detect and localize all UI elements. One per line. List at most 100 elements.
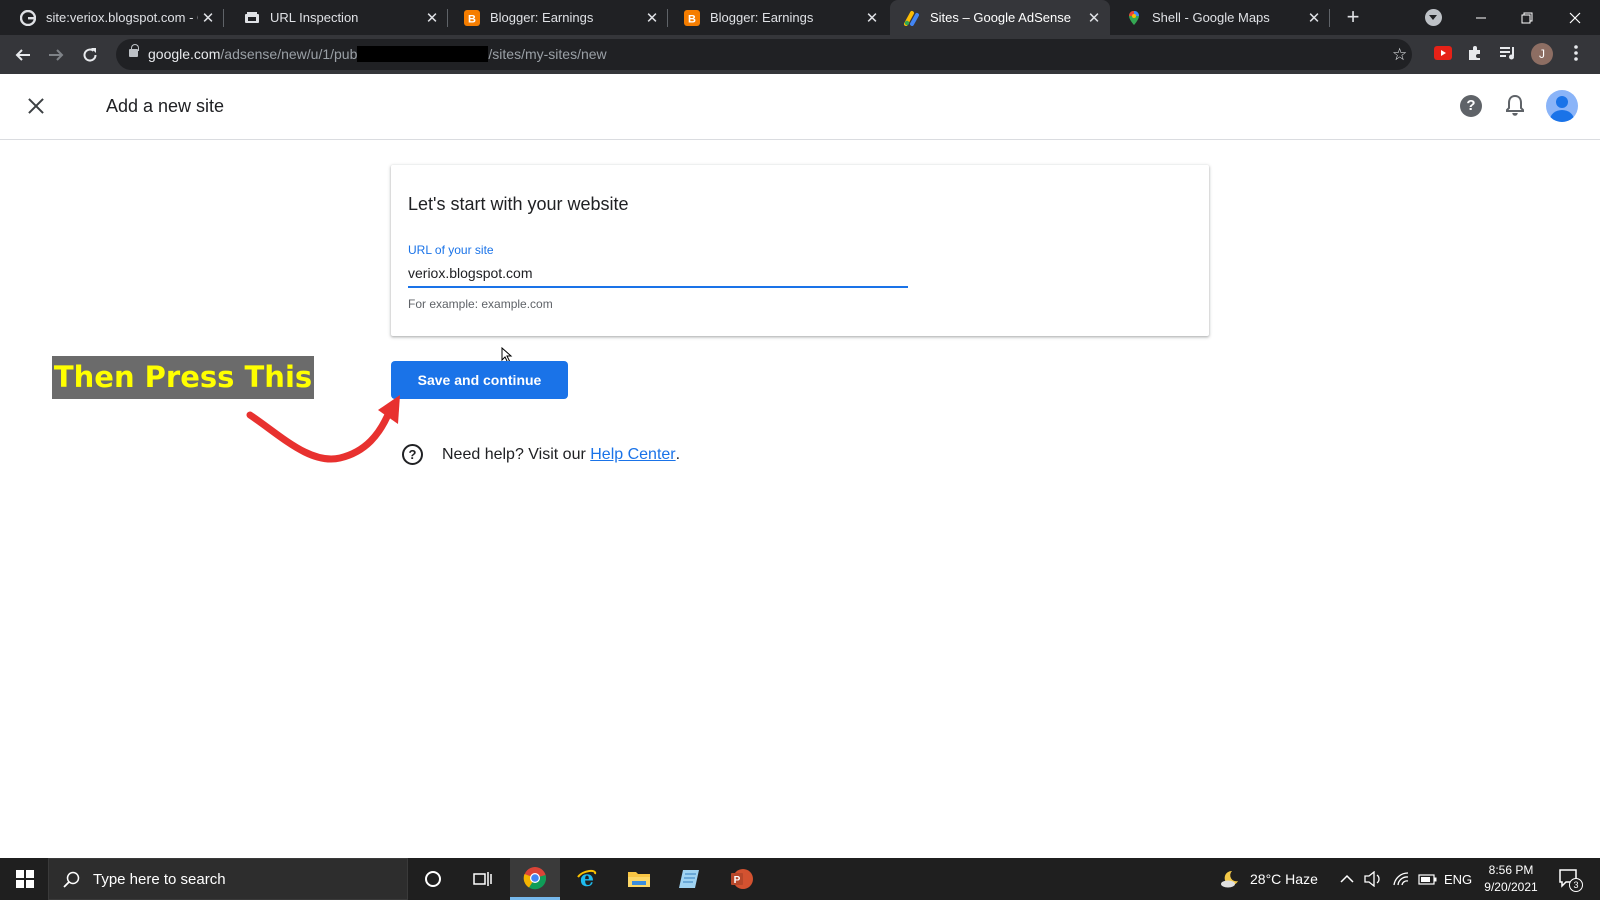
url-host: google.com xyxy=(148,46,221,62)
taskbar-search-box[interactable]: Type here to search xyxy=(48,858,408,900)
blogger-icon: B xyxy=(684,9,700,26)
tab-divider xyxy=(667,9,668,27)
url-path-end: /sites/my-sites/new xyxy=(488,46,607,62)
back-button[interactable] xyxy=(10,42,36,68)
help-center-link[interactable]: Help Center xyxy=(590,446,675,464)
tab-google-maps[interactable]: Shell - Google Maps ✕ xyxy=(1112,0,1330,35)
forward-button[interactable] xyxy=(43,42,69,68)
bookmark-star-icon[interactable]: ☆ xyxy=(1392,45,1407,65)
tab-divider xyxy=(223,9,224,27)
tray-expand-icon[interactable] xyxy=(1340,858,1354,900)
restore-window-button[interactable] xyxy=(1504,0,1550,35)
cortana-icon[interactable] xyxy=(408,858,458,900)
close-window-button[interactable] xyxy=(1552,0,1598,35)
search-icon xyxy=(63,871,80,888)
tab-title: Blogger: Earnings xyxy=(490,10,594,25)
close-tab-icon[interactable]: ✕ xyxy=(198,9,218,27)
svg-text:P: P xyxy=(734,875,741,886)
reload-button[interactable] xyxy=(77,42,103,68)
volume-icon[interactable] xyxy=(1364,858,1382,900)
tab-divider xyxy=(1329,9,1330,27)
close-icon[interactable] xyxy=(24,94,48,118)
powerpoint-icon[interactable]: P xyxy=(716,858,766,900)
reload-icon xyxy=(83,48,97,62)
weather-text: 28°C Haze xyxy=(1250,871,1318,887)
extensions-puzzle-icon[interactable] xyxy=(1467,45,1483,66)
url-field-hint: For example: example.com xyxy=(408,297,553,311)
media-queue-icon[interactable] xyxy=(1499,46,1517,65)
start-button[interactable] xyxy=(0,858,48,900)
clock-time: 8:56 PM xyxy=(1488,863,1534,877)
battery-icon[interactable] xyxy=(1418,858,1438,900)
profile-initial: J xyxy=(1539,47,1545,61)
tab-google-search[interactable]: site:veriox.blogspot.com - G ✕ xyxy=(6,0,224,35)
redacted-block xyxy=(357,46,489,62)
help-suffix: . xyxy=(675,445,681,463)
help-icon[interactable]: ? xyxy=(1460,95,1482,117)
tab-title: site:veriox.blogspot.com - G xyxy=(46,10,198,25)
browser-tab-bar: site:veriox.blogspot.com - G ✕ URL Inspe… xyxy=(0,0,1600,35)
url-path-start: /adsense/new/u/1/pub xyxy=(220,46,358,62)
chrome-taskbar-icon[interactable] xyxy=(510,858,560,900)
adsense-icon xyxy=(904,10,920,26)
close-tab-icon[interactable]: ✕ xyxy=(422,9,442,27)
tab-search-icon[interactable] xyxy=(1425,9,1442,26)
tab-title: Sites – Google AdSense xyxy=(930,10,1071,25)
browser-toolbar: google.com/adsense/new/u/1/pub/sites/my-… xyxy=(0,35,1600,74)
weather-widget[interactable]: 28°C Haze xyxy=(1220,858,1318,900)
arrow-right-icon xyxy=(49,49,64,61)
save-and-continue-button[interactable]: Save and continue xyxy=(391,361,568,399)
notification-count-badge: 3 xyxy=(1569,878,1583,892)
tab-divider xyxy=(447,9,448,27)
help-text: Need help? Visit our xyxy=(442,445,586,463)
tab-title: Blogger: Earnings xyxy=(710,10,814,25)
task-view-icon[interactable] xyxy=(458,858,508,900)
file-explorer-icon[interactable] xyxy=(614,858,664,900)
tab-blogger-earnings-1[interactable]: B Blogger: Earnings ✕ xyxy=(450,0,668,35)
wifi-icon[interactable] xyxy=(1392,858,1410,900)
moon-cloud-icon xyxy=(1221,870,1238,888)
svg-text:B: B xyxy=(468,13,476,25)
app-header: Add a new site ? xyxy=(0,74,1600,140)
lock-icon xyxy=(129,44,139,57)
internet-explorer-icon[interactable]: e xyxy=(562,858,612,900)
browser-menu-icon[interactable] xyxy=(1574,45,1578,66)
website-card: Let's start with your website URL of you… xyxy=(391,165,1209,336)
close-tab-icon[interactable]: ✕ xyxy=(1304,9,1324,27)
annotation-arrow-icon xyxy=(246,395,400,463)
maps-icon xyxy=(1126,10,1142,26)
tab-google-adsense[interactable]: Sites – Google AdSense ✕ xyxy=(890,0,1110,35)
windows-logo-icon xyxy=(16,870,34,888)
address-url: google.com/adsense/new/u/1/pub/sites/my-… xyxy=(148,46,607,62)
page-title: Add a new site xyxy=(106,96,225,116)
new-tab-button[interactable]: + xyxy=(1340,6,1366,30)
site-url-input[interactable] xyxy=(408,260,908,288)
url-field-label: URL of your site xyxy=(408,243,494,257)
clock-date: 9/20/2021 xyxy=(1484,880,1538,894)
notifications-bell-icon[interactable] xyxy=(1505,94,1525,121)
arrow-left-icon xyxy=(15,49,30,61)
minimize-window-button[interactable] xyxy=(1458,0,1504,35)
card-title: Let's start with your website xyxy=(408,194,629,214)
windows-taskbar: Type here to search e P 28°C Haze ENG 8:… xyxy=(0,858,1600,900)
profile-avatar[interactable]: J xyxy=(1531,43,1553,65)
google-icon xyxy=(20,9,36,26)
action-center-icon[interactable]: 3 xyxy=(1558,868,1583,895)
close-tab-icon[interactable]: ✕ xyxy=(1084,9,1104,27)
system-clock[interactable]: 8:56 PM 9/20/2021 xyxy=(1466,862,1556,896)
help-row: ? Need help? Visit our Help Center. xyxy=(402,444,680,465)
account-avatar[interactable] xyxy=(1546,90,1578,122)
svg-text:B: B xyxy=(688,13,696,25)
tab-blogger-earnings-2[interactable]: B Blogger: Earnings ✕ xyxy=(670,0,888,35)
tab-title: Shell - Google Maps xyxy=(1152,10,1270,25)
notes-app-icon[interactable] xyxy=(664,858,714,900)
tab-title: URL Inspection xyxy=(270,10,359,25)
tab-url-inspection[interactable]: URL Inspection ✕ xyxy=(230,0,448,35)
taskbar-search-placeholder: Type here to search xyxy=(93,871,226,888)
search-console-icon xyxy=(244,10,260,26)
youtube-extension-icon[interactable] xyxy=(1434,46,1452,65)
close-tab-icon[interactable]: ✕ xyxy=(862,9,882,27)
address-bar[interactable]: google.com/adsense/new/u/1/pub/sites/my-… xyxy=(116,39,1412,70)
blogger-icon: B xyxy=(464,9,480,26)
close-tab-icon[interactable]: ✕ xyxy=(642,9,662,27)
